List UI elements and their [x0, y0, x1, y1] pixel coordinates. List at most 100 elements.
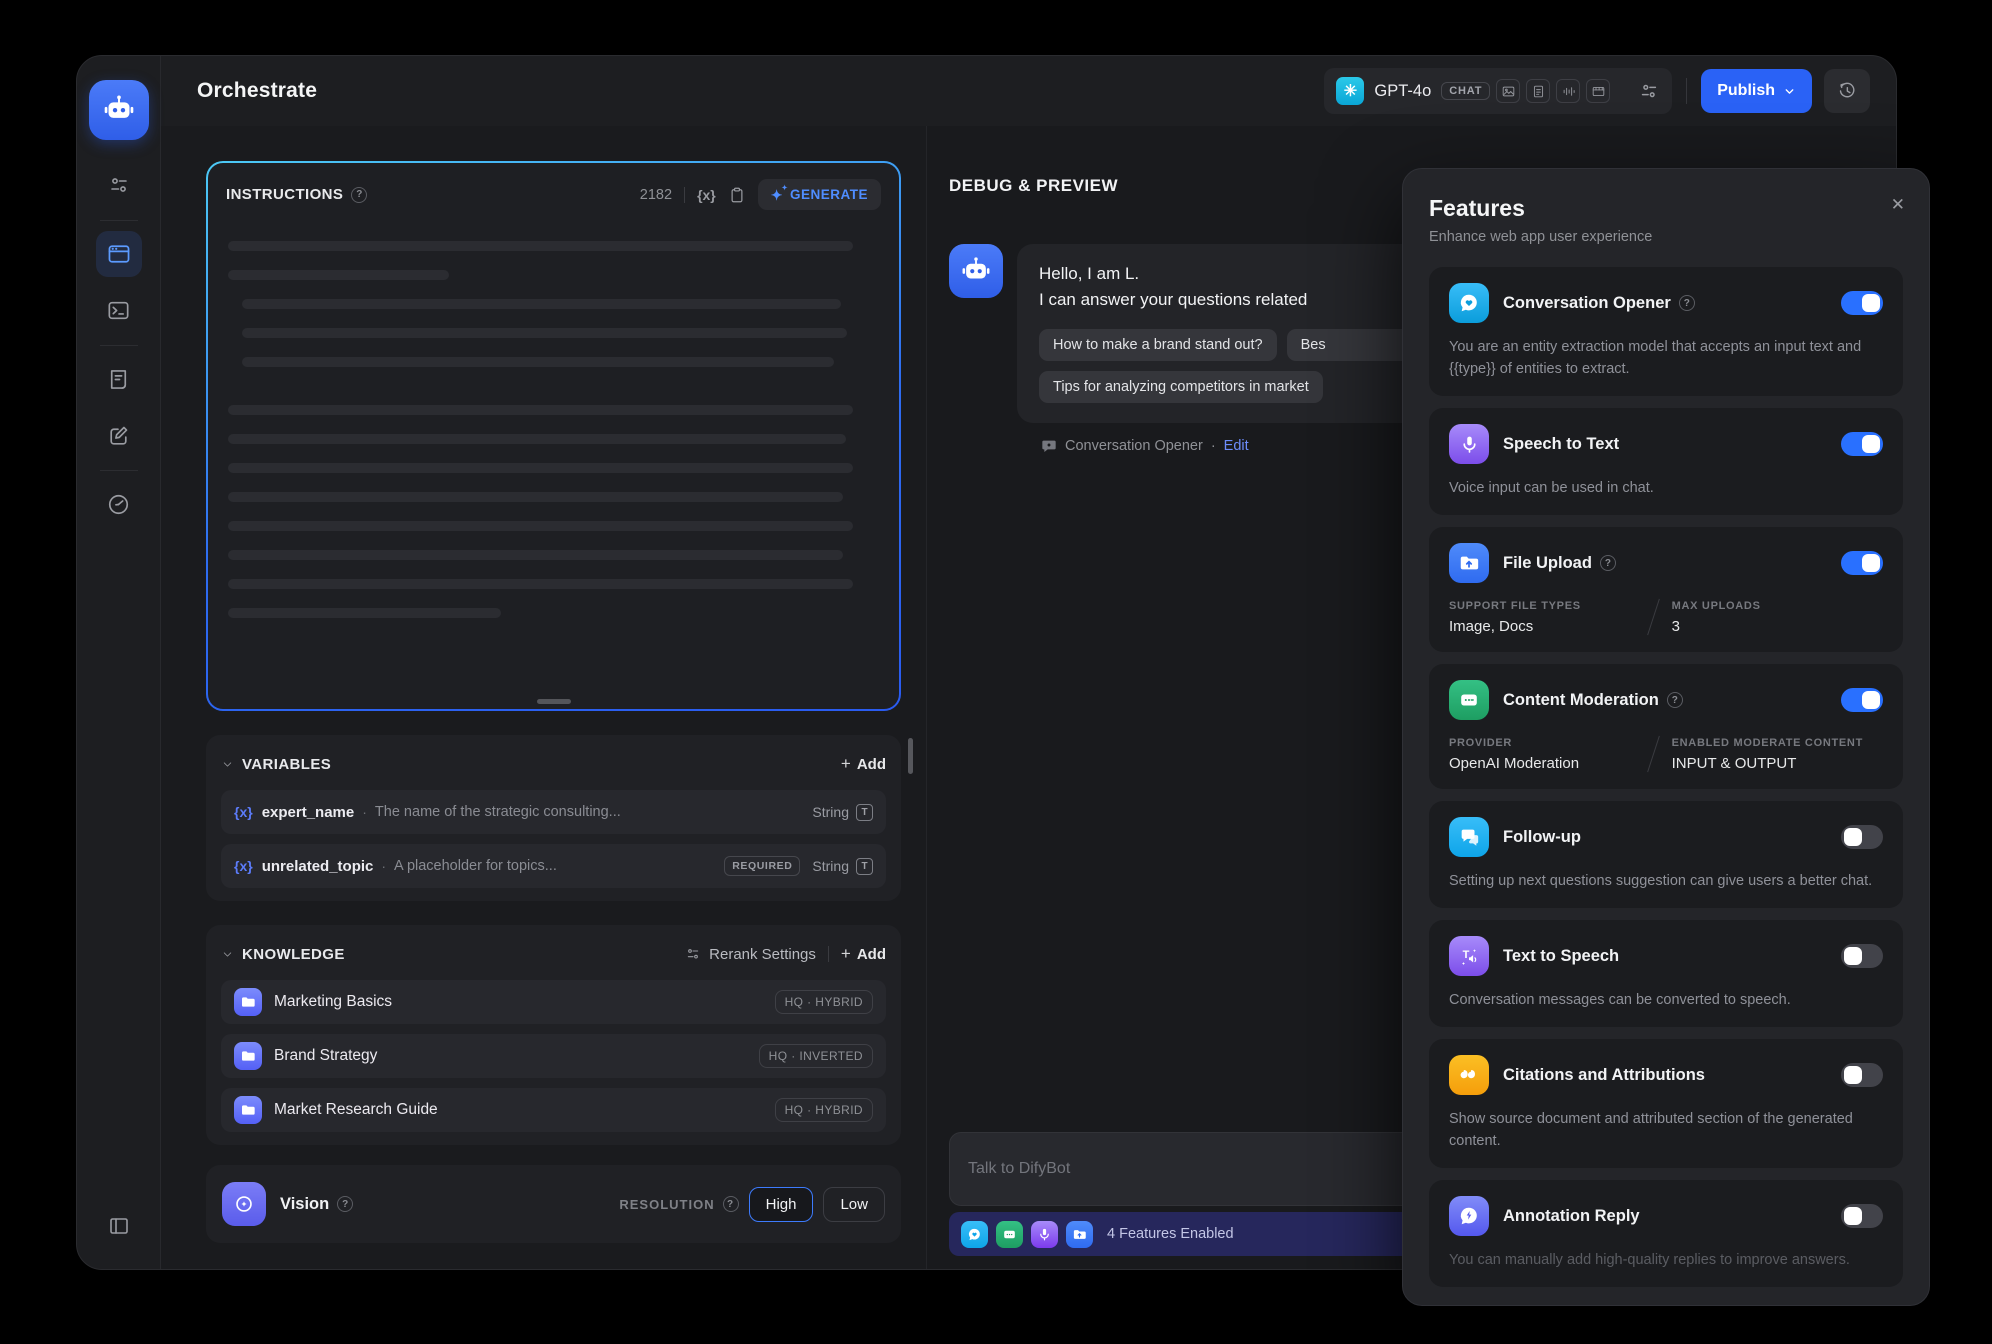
features-panel: Features Enhance web app user experience…: [1402, 168, 1930, 1306]
rerank-sliders-icon: [685, 946, 701, 962]
help-icon[interactable]: ?: [1600, 555, 1616, 571]
openai-icon: ✳: [1336, 77, 1364, 105]
variable-row[interactable]: {x} unrelated_topic · A placeholder for …: [221, 844, 886, 888]
features-title: Features: [1429, 195, 1903, 222]
vision-icon: [222, 1182, 266, 1226]
file-upload-toggle[interactable]: [1841, 551, 1883, 575]
speech-to-text-icon: [1449, 424, 1489, 464]
conversation-opener-feature-icon: [961, 1221, 988, 1248]
conversation-opener-icon: [1449, 283, 1489, 323]
retrieval-badge: HQ · HYBRID: [775, 1098, 873, 1122]
enabled-features-bar[interactable]: 4 Features Enabled: [949, 1212, 1469, 1256]
rerank-settings-button[interactable]: Rerank Settings: [685, 946, 816, 963]
variable-row[interactable]: {x} expert_name · The name of the strate…: [221, 790, 886, 834]
content-moderation-icon: [1449, 680, 1489, 720]
add-knowledge-button[interactable]: + Add: [841, 944, 886, 964]
model-params-icon[interactable]: [1638, 80, 1660, 102]
bot-avatar: [949, 244, 1003, 298]
publish-button[interactable]: Publish: [1701, 69, 1812, 113]
knowledge-row[interactable]: Market Research Guide HQ · HYBRID: [221, 1088, 886, 1132]
sidebar-item-monitoring[interactable]: [96, 481, 142, 527]
variable-type: String: [812, 804, 849, 820]
chat-input[interactable]: [949, 1132, 1469, 1206]
generate-button[interactable]: ✦ GENERATE: [758, 179, 881, 210]
robot-icon: [102, 93, 136, 127]
text-type-icon: T: [856, 804, 873, 821]
sidebar-item-annotations[interactable]: [96, 412, 142, 458]
video-capability-icon: [1586, 79, 1610, 103]
knowledge-title: KNOWLEDGE: [242, 946, 345, 963]
model-mode-badge: CHAT: [1441, 82, 1490, 100]
content-moderation-feature-icon: [996, 1221, 1023, 1248]
edit-opener-link[interactable]: Edit: [1224, 438, 1249, 454]
terminal-icon: [106, 298, 131, 323]
robot-icon: [960, 255, 992, 287]
retrieval-badge: HQ · INVERTED: [759, 1044, 873, 1068]
feature-card-citations: Citations and Attributions Show source d…: [1429, 1039, 1903, 1168]
help-icon[interactable]: ?: [351, 187, 367, 203]
insert-variable-icon[interactable]: {x}: [697, 187, 716, 203]
speech-to-text-toggle[interactable]: [1841, 432, 1883, 456]
skeleton-line: [228, 608, 501, 618]
help-icon[interactable]: ?: [1679, 295, 1695, 311]
sidebar-item-terminal[interactable]: [96, 287, 142, 333]
skeleton-line: [228, 521, 853, 531]
skeleton-line: [228, 579, 853, 589]
sparkle-icon: ✦: [771, 188, 783, 202]
instructions-title: INSTRUCTIONS: [226, 186, 343, 203]
conversation-opener-toggle[interactable]: [1841, 291, 1883, 315]
browser-window-icon: [106, 241, 132, 267]
config-panel: INSTRUCTIONS ? 2182 {x}: [161, 126, 926, 1269]
knowledge-row[interactable]: Marketing Basics HQ · HYBRID: [221, 980, 886, 1024]
dataset-folder-icon: [234, 1042, 262, 1070]
feature-card-follow-up: Follow-up Setting up next questions sugg…: [1429, 801, 1903, 908]
suggested-question-chip[interactable]: How to make a brand stand out?: [1039, 329, 1277, 361]
resize-handle[interactable]: [537, 699, 571, 704]
dataset-folder-icon: [234, 1096, 262, 1124]
help-icon[interactable]: ?: [337, 1196, 353, 1212]
instructions-panel: INSTRUCTIONS ? 2182 {x}: [206, 161, 901, 711]
citations-toggle[interactable]: [1841, 1063, 1883, 1087]
close-icon[interactable]: ✕: [1891, 195, 1905, 215]
left-rail: [77, 56, 161, 1269]
annotation-reply-toggle[interactable]: [1841, 1204, 1883, 1228]
model-selector[interactable]: ✳ GPT-4o CHAT: [1324, 68, 1672, 114]
sidebar-item-model-settings[interactable]: [96, 162, 142, 208]
skeleton-line: [242, 299, 841, 309]
chevron-down-icon[interactable]: [221, 758, 234, 771]
knowledge-row[interactable]: Brand Strategy HQ · INVERTED: [221, 1034, 886, 1078]
text-to-speech-toggle[interactable]: [1841, 944, 1883, 968]
skeleton-line: [242, 328, 847, 338]
topbar-divider: [1686, 78, 1687, 104]
resolution-high-button[interactable]: High: [749, 1187, 814, 1222]
collapse-panel-icon: [107, 1214, 131, 1238]
skeleton-line: [228, 434, 846, 444]
features-subtitle: Enhance web app user experience: [1429, 229, 1903, 245]
help-icon[interactable]: ?: [1667, 692, 1683, 708]
suggested-question-chip[interactable]: Tips for analyzing competitors in market: [1039, 371, 1323, 403]
follow-up-toggle[interactable]: [1841, 825, 1883, 849]
help-icon[interactable]: ?: [723, 1196, 739, 1212]
rail-divider: [100, 220, 138, 221]
scrollbar-thumb[interactable]: [908, 738, 913, 774]
file-upload-icon: [1449, 543, 1489, 583]
audio-capability-icon: [1556, 79, 1580, 103]
variable-icon: {x}: [234, 858, 253, 874]
collapse-sidebar-button[interactable]: [96, 1203, 142, 1249]
add-variable-button[interactable]: + Add: [841, 754, 886, 774]
model-name: GPT-4o: [1374, 82, 1431, 101]
instructions-skeleton[interactable]: [226, 210, 881, 618]
feature-card-file-upload: File Upload ? SUPPORT FILE TYPES Image, …: [1429, 527, 1903, 652]
rail-divider: [100, 345, 138, 346]
sidebar-item-logs[interactable]: [96, 356, 142, 402]
content-moderation-toggle[interactable]: [1841, 688, 1883, 712]
variable-icon: {x}: [234, 804, 253, 820]
app-logo[interactable]: [89, 80, 149, 140]
sidebar-item-orchestrate[interactable]: [96, 231, 142, 277]
version-history-button[interactable]: [1824, 69, 1870, 113]
clipboard-icon[interactable]: [728, 186, 746, 204]
chevron-down-icon[interactable]: [221, 948, 234, 961]
dataset-folder-icon: [234, 988, 262, 1016]
resolution-low-button[interactable]: Low: [823, 1187, 885, 1222]
skeleton-line: [228, 463, 853, 473]
